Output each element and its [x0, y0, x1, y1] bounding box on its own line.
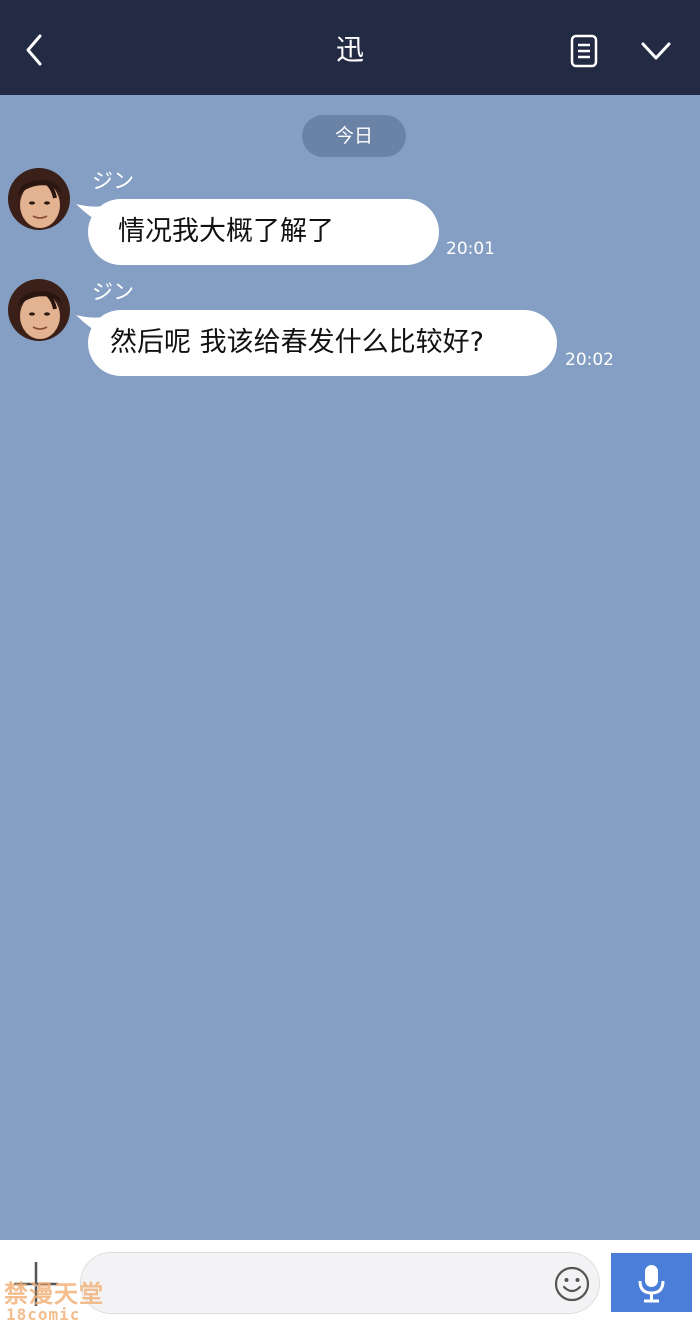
microphone-icon — [638, 1265, 665, 1303]
notes-button[interactable] — [566, 33, 602, 69]
chevron-down-icon — [641, 42, 671, 60]
message-row: ジン 情况我大概了解了 20:01 — [0, 168, 700, 278]
site-watermark: 禁漫天堂 18comic — [4, 1281, 114, 1325]
message-row: ジン 然后呢 我该给春发什么比较好? 20:02 — [0, 279, 700, 389]
menu-dropdown-button[interactable] — [636, 34, 676, 68]
message-bubble[interactable]: 然后呢 我该给春发什么比较好? — [88, 310, 557, 376]
message-bubble[interactable]: 情况我大概了解了 — [88, 199, 439, 265]
chat-area[interactable]: 今日 ジン 情况我大概了解了 20:01 ジン 然后呢 我该给春发什么比较好? … — [0, 95, 700, 1240]
voice-record-button[interactable] — [611, 1253, 692, 1312]
date-divider: 今日 — [302, 115, 406, 157]
sender-name: ジン — [92, 280, 134, 304]
message-field[interactable] — [80, 1252, 600, 1315]
chevron-left-icon — [26, 34, 42, 66]
smiley-icon — [554, 1266, 590, 1302]
chat-header: 迅 — [0, 0, 700, 95]
message-time: 20:02 — [565, 350, 614, 370]
message-input[interactable] — [103, 1253, 547, 1315]
avatar[interactable] — [8, 279, 70, 341]
emoji-button[interactable] — [553, 1265, 591, 1303]
message-time: 20:01 — [446, 239, 495, 259]
back-button[interactable] — [14, 28, 54, 68]
notes-icon — [570, 34, 598, 68]
avatar[interactable] — [8, 168, 70, 230]
sender-name: ジン — [92, 169, 134, 193]
watermark-subtitle: 18comic — [6, 1305, 81, 1324]
chat-title: 迅 — [335, 33, 364, 66]
watermark-title: 禁漫天堂 — [4, 1280, 104, 1308]
